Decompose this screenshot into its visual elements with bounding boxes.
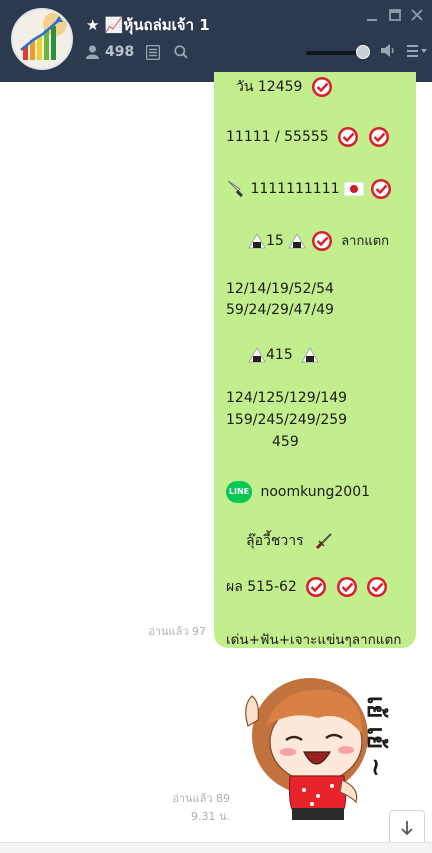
member-info[interactable]: 498 <box>86 44 188 60</box>
group-avatar[interactable] <box>11 8 73 70</box>
menu-icon[interactable] <box>406 44 428 58</box>
message-line: วัน 12459 <box>236 76 333 98</box>
chat-title: ★ 📈หุ้นถล่มเจ้า 1 <box>86 16 210 34</box>
chat-header: ★ 📈หุ้นถล่มเจ้า 1 498 <box>0 0 432 82</box>
person-icon <box>86 45 99 59</box>
minimize-icon[interactable] <box>366 12 378 22</box>
message-line: 159/245/249/259 <box>226 412 348 428</box>
check-icon <box>368 127 389 147</box>
scroll-down-button[interactable] <box>389 810 425 846</box>
message-line: LINE noomkung2001 <box>226 481 370 503</box>
read-receipt: อ่านแล้ว 89 <box>172 792 230 805</box>
check-icon <box>306 577 327 597</box>
notes-icon[interactable] <box>146 44 161 60</box>
message-line: 11111 / 55555 <box>226 126 390 148</box>
close-icon[interactable] <box>411 9 423 21</box>
check-icon <box>311 231 332 251</box>
read-receipt: อ่านแล้ว 97 <box>148 625 206 638</box>
check-icon <box>371 179 392 199</box>
check-icon <box>367 577 388 597</box>
check-icon <box>311 77 332 97</box>
rice-ball-icon <box>248 347 266 363</box>
arrow-down-icon <box>401 821 413 836</box>
volume-slider-knob[interactable] <box>356 45 370 59</box>
message-line: 15 ลากแตก <box>248 230 389 252</box>
line-app-icon: LINE <box>226 481 252 503</box>
rice-ball-icon <box>301 347 319 363</box>
japan-flag-icon <box>343 181 365 197</box>
dagger-icon <box>315 533 332 550</box>
message-time: 9.31 น. <box>190 810 230 823</box>
message-line: เด่น+ฟัน+เจาะแข่นๆลากแตก <box>226 632 402 648</box>
member-count: 498 <box>105 44 135 60</box>
message-line: 459 <box>272 434 299 450</box>
message-line: 415 <box>248 347 319 363</box>
message-line: 12/14/19/52/54 <box>226 281 334 297</box>
message-line: ผล 515-62 <box>226 576 388 598</box>
maximize-icon[interactable] <box>389 9 401 21</box>
input-area-edge[interactable] <box>0 842 432 853</box>
message-line: 59/24/29/47/49 <box>226 302 334 318</box>
sticker[interactable]: เย้ เย้ ~ <box>238 656 428 826</box>
sticker-text: เย้ เย้ ~ <box>362 696 390 777</box>
speaker-icon[interactable] <box>380 43 395 58</box>
message-line: ลุ๊อวี้ชวาร <box>246 530 334 552</box>
message-line: 1111111111 <box>226 178 392 200</box>
message-line: 124/125/129/149 <box>226 390 348 406</box>
rice-ball-icon <box>248 233 266 249</box>
check-icon <box>338 127 359 147</box>
search-icon[interactable] <box>174 45 188 59</box>
rice-ball-icon <box>288 233 306 249</box>
knife-icon <box>227 180 243 198</box>
check-icon <box>336 577 357 597</box>
